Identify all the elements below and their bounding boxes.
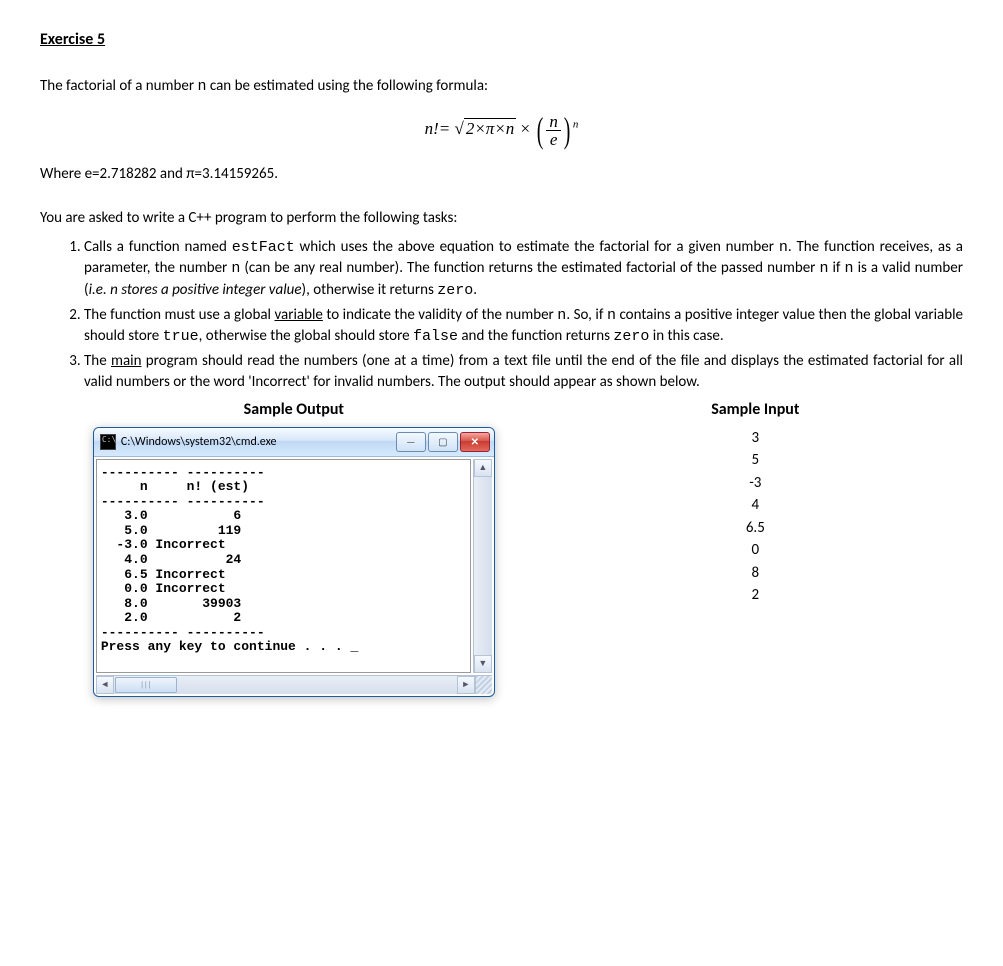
underline-text: variable [274, 306, 322, 324]
code: false [413, 328, 458, 345]
code-n: n [198, 78, 207, 95]
constants-line: Where e=2.718282 and π=3.14159265. [40, 165, 963, 183]
cmd-output: ---------- ---------- n n! (est) -------… [96, 459, 471, 673]
text: . So, if [566, 306, 607, 324]
code: n [779, 239, 788, 256]
code: true [163, 328, 199, 345]
vertical-scrollbar[interactable]: ▲ ▼ [473, 459, 492, 673]
fraction: ne [546, 113, 561, 148]
formula: n!= √2×π×n × (ne)n [40, 109, 963, 151]
formula-lhs: n!= [425, 119, 451, 138]
text: to indicate the validity of the number [323, 306, 557, 324]
resize-grip-icon[interactable] [475, 676, 492, 694]
text: if [828, 259, 844, 277]
exercise-title: Exercise 5 [40, 30, 963, 49]
text: and the function returns [458, 327, 613, 345]
sample-input-heading: Sample Input [548, 400, 963, 419]
task-list: Calls a function named estFact which use… [40, 237, 963, 392]
text: which uses the above equation to estimat… [295, 238, 779, 256]
horizontal-scrollbar[interactable]: ◄ ||| ► [96, 675, 492, 694]
code: n [845, 260, 854, 277]
text: in this case. [649, 327, 723, 345]
scroll-up-arrow-icon[interactable]: ▲ [474, 459, 492, 477]
cmd-icon: C:\ [100, 434, 116, 450]
times: × [521, 119, 535, 138]
cmd-window: C:\ C:\Windows\system32\cmd.exe — ▢ ✕ --… [93, 427, 495, 697]
scroll-thumb[interactable]: ||| [115, 677, 177, 693]
text: Calls a function named [84, 238, 232, 256]
text: The [84, 352, 111, 370]
sqrt-symbol: √ [454, 119, 463, 138]
frac-num: n [546, 113, 561, 131]
samples-row: Sample Output C:\ C:\Windows\system32\cm… [40, 400, 963, 697]
sqrt-content: 2×π×n [464, 118, 516, 138]
code: estFact [232, 239, 295, 256]
paren-right: ) [564, 109, 571, 151]
scroll-left-arrow-icon[interactable]: ◄ [96, 676, 114, 694]
cmd-titlebar: C:\ C:\Windows\system32\cmd.exe — ▢ ✕ [94, 428, 494, 457]
task-3: The main program should read the numbers… [84, 351, 963, 392]
code: n [557, 307, 566, 324]
close-button[interactable]: ✕ [460, 432, 490, 452]
task-2: The function must use a global variable … [84, 305, 963, 348]
text: ), otherwise it returns [302, 281, 438, 299]
text: , otherwise the global should store [199, 327, 413, 345]
code: zero [437, 282, 473, 299]
tasks-intro: You are asked to write a C++ program to … [40, 209, 963, 227]
sample-output-col: Sample Output C:\ C:\Windows\system32\cm… [40, 400, 548, 697]
sample-input-col: Sample Input 35-346.5082 [548, 400, 963, 697]
code: n [231, 260, 240, 277]
text: can be estimated using the following for… [207, 77, 489, 95]
sample-output-heading: Sample Output [40, 400, 548, 419]
text: (can be any real number). The function r… [240, 259, 819, 277]
frac-den: e [546, 131, 561, 148]
paren-left: ( [537, 109, 544, 151]
italic-text: i.e. n stores a positive integer value [89, 281, 302, 299]
scroll-right-arrow-icon[interactable]: ► [457, 676, 475, 694]
code: zero [613, 328, 649, 345]
text: . [473, 281, 477, 299]
code: n [607, 307, 616, 324]
intro-paragraph: The factorial of a number n can be estim… [40, 77, 963, 95]
cmd-body-wrap: ---------- ---------- n n! (est) -------… [94, 457, 494, 675]
text: 2×π×n [466, 119, 514, 138]
exponent: n [573, 118, 579, 130]
scroll-track[interactable] [474, 477, 492, 655]
sample-input-values: 35-346.5082 [746, 427, 765, 607]
window-buttons: — ▢ ✕ [396, 432, 490, 452]
scroll-track-h[interactable] [178, 676, 457, 694]
task-1: Calls a function named estFact which use… [84, 237, 963, 301]
scroll-down-arrow-icon[interactable]: ▼ [474, 655, 492, 673]
maximize-button[interactable]: ▢ [428, 432, 458, 452]
underline-text: main [111, 352, 142, 370]
cmd-title-text: C:\Windows\system32\cmd.exe [121, 435, 396, 449]
text: The factorial of a number [40, 77, 198, 95]
text: The function must use a global [84, 306, 274, 324]
minimize-button[interactable]: — [396, 432, 426, 452]
text: program should read the numbers (one at … [84, 352, 963, 390]
